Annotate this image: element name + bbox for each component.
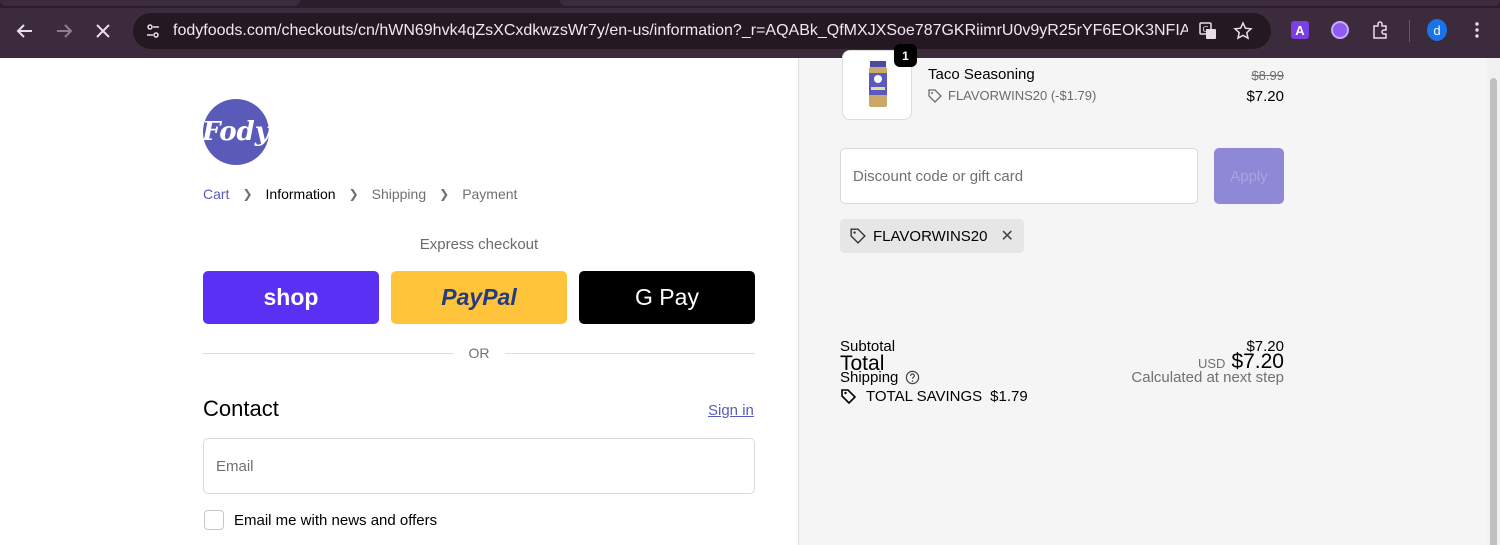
product-discount: FLAVORWINS20 (-$1.79)	[928, 88, 1096, 103]
quantity-badge: 1	[894, 44, 917, 67]
breadcrumb: Cart ❯ Information ❯ Shipping ❯ Payment	[203, 186, 517, 202]
product-name: Taco Seasoning	[928, 66, 1035, 83]
browser-toolbar: fodyfoods.com/checkouts/cn/hWN69hvk4qZsX…	[0, 0, 1500, 58]
product-discount-text: FLAVORWINS20 (-$1.79)	[948, 88, 1097, 103]
original-price: $8.99	[1251, 68, 1284, 83]
total-savings: TOTAL SAVINGS $1.79	[840, 387, 1028, 405]
express-checkout-heading: Express checkout	[419, 236, 539, 253]
seasoning-jar-image	[869, 61, 887, 107]
divider-line	[505, 353, 755, 354]
email-field[interactable]	[203, 438, 755, 494]
divider-line	[203, 353, 453, 354]
order-summary	[798, 58, 1487, 545]
savings-value: $1.79	[990, 387, 1028, 405]
help-circle-icon[interactable]	[905, 370, 920, 385]
stop-loading-icon[interactable]	[90, 18, 116, 44]
page-scrollbar[interactable]	[1487, 58, 1500, 545]
translate-icon[interactable]: G	[1197, 20, 1219, 42]
paypal-button[interactable]: PayPal	[391, 271, 567, 324]
total-currency: USD	[1197, 356, 1226, 371]
sign-in-link[interactable]: Sign in	[708, 402, 754, 419]
shop-pay-label: shop	[263, 284, 319, 310]
back-icon[interactable]	[12, 18, 38, 44]
tag-icon	[850, 228, 866, 244]
contact-heading: Contact	[203, 396, 279, 421]
checkout-page: Fody Cart ❯ Information ❯ Shipping ❯ Pay…	[0, 58, 1487, 545]
scrollbar-thumb[interactable]	[1490, 78, 1497, 545]
tab[interactable]	[560, 0, 1500, 6]
toolbar-separator	[1409, 20, 1410, 42]
product-price: $7.20	[1246, 88, 1284, 105]
profile-avatar[interactable]: d	[1427, 19, 1447, 41]
tab[interactable]	[0, 0, 300, 6]
tab-strip	[0, 0, 1500, 8]
checkout-main: Fody Cart ❯ Information ❯ Shipping ❯ Pay…	[0, 58, 798, 545]
google-pay-label: G Pay	[635, 284, 699, 310]
savings-label: TOTAL SAVINGS	[866, 387, 983, 405]
newsletter-checkbox[interactable]	[204, 510, 224, 530]
store-logo[interactable]: Fody	[202, 99, 270, 165]
forward-icon[interactable]	[51, 18, 77, 44]
applied-discount-code: FLAVORWINS20	[873, 227, 988, 245]
or-divider: OR	[468, 345, 490, 361]
total-amount: $7.20	[1231, 350, 1284, 373]
address-bar[interactable]: fodyfoods.com/checkouts/cn/hWN69hvk4qZsX…	[133, 13, 1271, 49]
breadcrumb-shipping: Shipping	[371, 186, 427, 202]
extension-swirl-icon[interactable]	[1330, 20, 1350, 40]
extensions-puzzle-icon[interactable]	[1370, 20, 1390, 40]
google-pay-button[interactable]: G Pay	[579, 271, 755, 324]
svg-text:G: G	[1203, 25, 1209, 34]
breadcrumb-information: Information	[265, 186, 336, 202]
breadcrumb-payment: Payment	[462, 186, 518, 202]
paypal-label: PayPal	[441, 284, 517, 310]
bookmark-star-icon[interactable]	[1232, 20, 1254, 42]
total-value: USD $7.20	[1084, 350, 1284, 374]
total-label: Total	[840, 352, 885, 375]
url-text: fodyfoods.com/checkouts/cn/hWN69hvk4qZsX…	[173, 22, 1188, 39]
chevron-right-icon: ❯	[439, 187, 450, 201]
breadcrumb-cart[interactable]: Cart	[203, 186, 229, 202]
shop-pay-button[interactable]: shop	[203, 271, 379, 324]
extension-a-icon[interactable]: A	[1290, 20, 1310, 40]
browser-menu-icon[interactable]	[1467, 20, 1487, 40]
apply-discount-button[interactable]: Apply	[1214, 148, 1284, 204]
newsletter-label[interactable]: Email me with news and offers	[234, 512, 437, 529]
savings-tag-icon	[841, 389, 857, 405]
chevron-right-icon: ❯	[242, 187, 253, 201]
site-settings-icon[interactable]	[141, 19, 165, 43]
remove-discount-icon[interactable]: ✕	[1000, 226, 1013, 246]
chevron-right-icon: ❯	[348, 187, 359, 201]
applied-discount-chip: FLAVORWINS20 ✕	[840, 219, 1024, 253]
discount-code-input[interactable]	[840, 148, 1198, 204]
tag-icon	[928, 88, 942, 103]
